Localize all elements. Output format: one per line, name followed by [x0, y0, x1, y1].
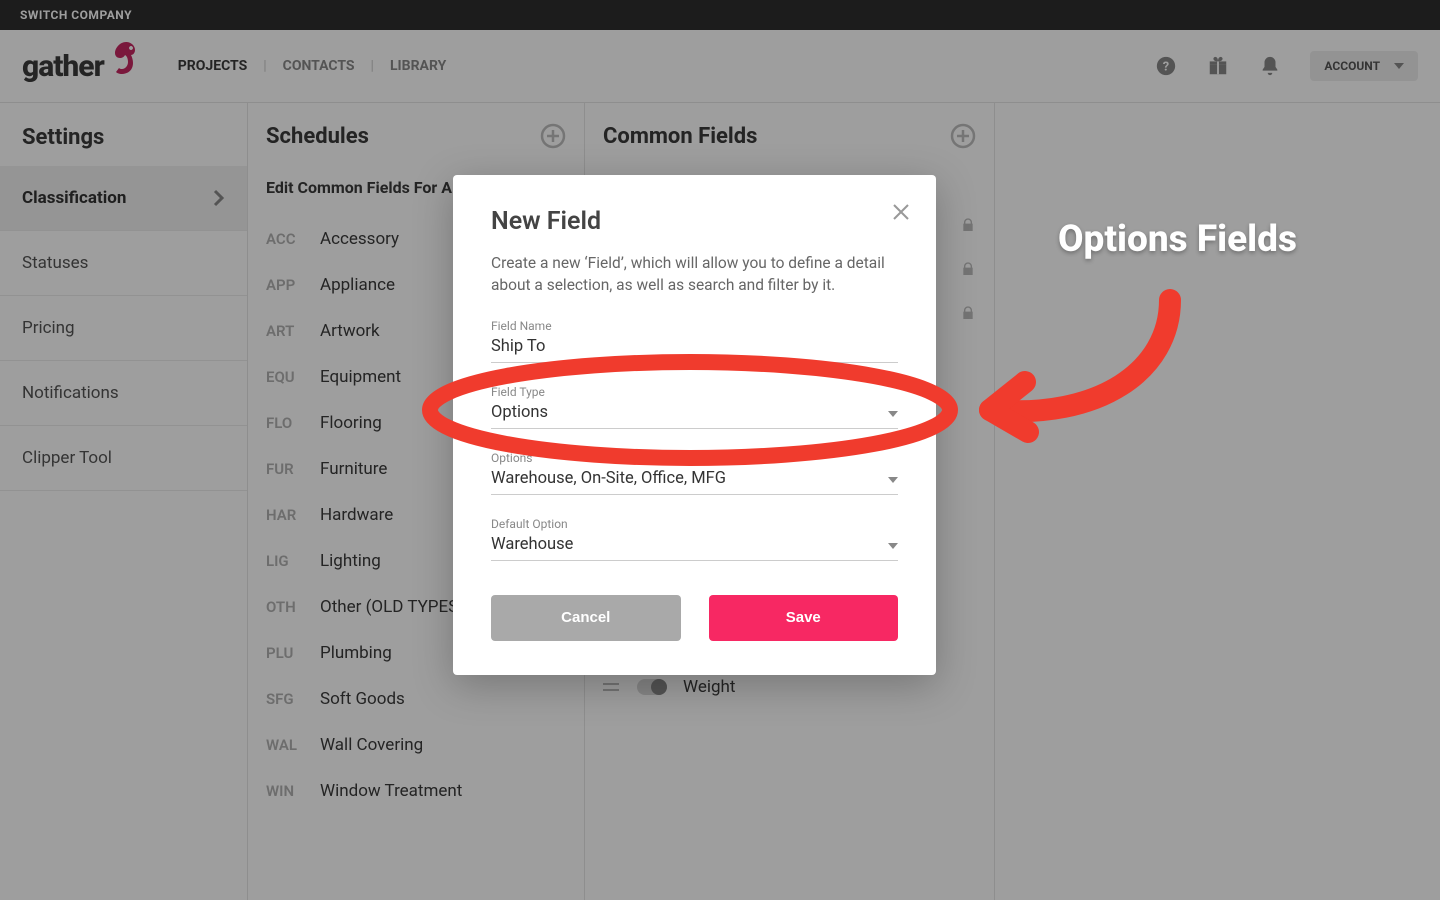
save-button[interactable]: Save — [709, 595, 899, 641]
field-name-input[interactable]: Field Name Ship To — [491, 319, 898, 363]
modal-actions: Cancel Save — [491, 595, 898, 641]
modal-overlay[interactable]: New Field Create a new ‘Field’, which wi… — [0, 0, 1440, 900]
field-name-label: Field Name — [491, 319, 898, 333]
default-option-value: Warehouse — [491, 535, 573, 554]
annotation-label: Options Fields — [1058, 218, 1297, 261]
field-type-label: Field Type — [491, 385, 898, 399]
default-option-label: Default Option — [491, 517, 898, 531]
modal-description: Create a new ‘Field’, which will allow y… — [491, 252, 898, 297]
options-label: Options — [491, 451, 898, 465]
default-option-select[interactable]: Default Option Warehouse — [491, 517, 898, 561]
chevron-down-icon — [888, 403, 898, 422]
modal-title: New Field — [491, 207, 898, 236]
field-type-select[interactable]: Field Type Options — [491, 385, 898, 429]
cancel-button[interactable]: Cancel — [491, 595, 681, 641]
field-type-value: Options — [491, 403, 548, 422]
chevron-down-icon — [888, 469, 898, 488]
new-field-modal: New Field Create a new ‘Field’, which wi… — [453, 175, 936, 675]
chevron-down-icon — [888, 535, 898, 554]
field-name-value: Ship To — [491, 337, 545, 356]
close-icon[interactable] — [892, 203, 910, 225]
options-select[interactable]: Options Warehouse, On-Site, Office, MFG — [491, 451, 898, 495]
options-value: Warehouse, On-Site, Office, MFG — [491, 469, 726, 488]
